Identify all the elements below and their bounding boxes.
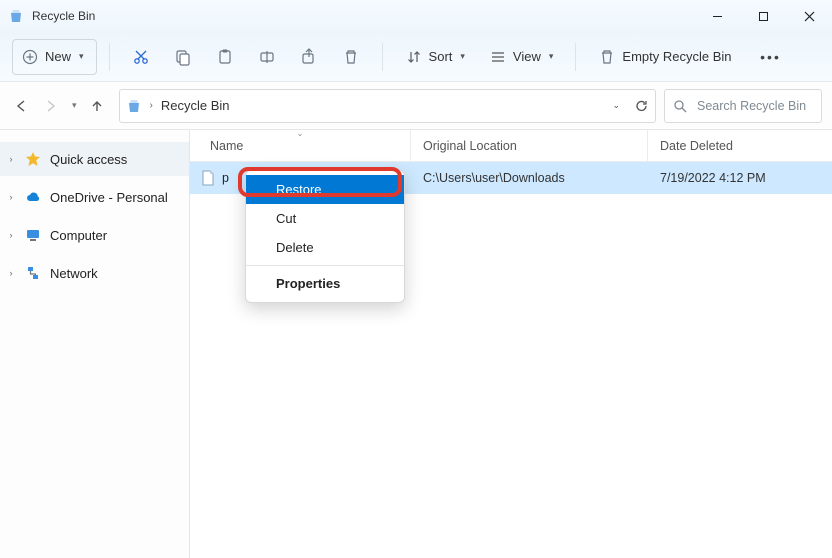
chevron-right-icon[interactable]: › [6, 230, 16, 240]
search-box[interactable] [664, 89, 822, 123]
scissors-icon [132, 48, 150, 66]
column-header-date-deleted[interactable]: Date Deleted [648, 130, 832, 161]
trash-icon [342, 48, 360, 66]
file-icon [200, 170, 216, 186]
address-dropdown-button[interactable]: ⌄ [612, 100, 620, 111]
chevron-down-icon: ▾ [549, 51, 554, 62]
maximize-button[interactable] [740, 0, 786, 32]
back-button[interactable] [14, 98, 30, 114]
separator [246, 265, 404, 266]
delete-button[interactable] [332, 39, 370, 75]
sidebar-item-label: OneDrive - Personal [50, 190, 168, 205]
view-icon [489, 48, 507, 66]
chevron-down-icon: ▾ [79, 51, 84, 62]
rename-icon [258, 48, 276, 66]
sidebar-item-label: Quick access [50, 152, 127, 167]
new-button[interactable]: New ▾ [12, 39, 97, 75]
sidebar-item-network[interactable]: › Network [0, 256, 189, 290]
empty-recycle-bin-label: Empty Recycle Bin [622, 49, 731, 64]
star-icon [24, 150, 42, 168]
title-bar: Recycle Bin [0, 0, 832, 32]
sidebar-item-label: Computer [50, 228, 107, 243]
more-button[interactable]: ••• [752, 39, 790, 75]
view-button[interactable]: View ▾ [479, 39, 563, 75]
monitor-icon [24, 226, 42, 244]
plus-circle-icon [21, 48, 39, 66]
chevron-right-icon[interactable]: › [6, 192, 16, 202]
file-date-deleted: 7/19/2022 4:12 PM [660, 171, 766, 185]
column-header-name[interactable]: ⌄ Name [190, 130, 411, 161]
trash-icon [598, 48, 616, 66]
column-headers: ⌄ Name Original Location Date Deleted [190, 130, 832, 162]
minimize-button[interactable] [694, 0, 740, 32]
refresh-button[interactable] [634, 98, 649, 113]
cloud-icon [24, 188, 42, 206]
context-menu: Restore Cut Delete Properties [245, 170, 405, 303]
recycle-bin-icon [126, 98, 142, 114]
sort-button-label: Sort [429, 49, 453, 64]
sidebar-item-computer[interactable]: › Computer [0, 218, 189, 252]
navigation-pane: › Quick access › OneDrive - Personal › C… [0, 130, 190, 558]
search-icon [673, 99, 687, 113]
address-bar[interactable]: › Recycle Bin ⌄ [119, 89, 656, 123]
sort-icon [405, 48, 423, 66]
address-row: ▾ › Recycle Bin ⌄ [0, 82, 832, 130]
share-icon [300, 48, 318, 66]
file-original-location: C:\Users\user\Downloads [423, 171, 565, 185]
chevron-right-icon[interactable]: › [6, 268, 16, 278]
clipboard-icon [216, 48, 234, 66]
context-menu-item-cut[interactable]: Cut [246, 204, 404, 233]
column-header-original-location[interactable]: Original Location [411, 130, 648, 161]
command-bar: New ▾ Sort ▾ [0, 32, 832, 82]
cut-button[interactable] [122, 39, 160, 75]
close-button[interactable] [786, 0, 832, 32]
chevron-down-icon: ⌄ [297, 129, 304, 138]
separator [575, 43, 576, 71]
share-button[interactable] [290, 39, 328, 75]
network-icon [24, 264, 42, 282]
forward-button[interactable] [42, 98, 58, 114]
view-button-label: View [513, 49, 541, 64]
recycle-bin-icon [8, 8, 24, 24]
sidebar-item-quick-access[interactable]: › Quick access [0, 142, 189, 176]
ellipsis-icon: ••• [762, 48, 780, 66]
search-input[interactable] [695, 98, 813, 114]
chevron-right-icon[interactable]: › [150, 100, 153, 111]
up-button[interactable] [89, 98, 105, 114]
context-menu-item-properties[interactable]: Properties [246, 269, 404, 298]
copy-button[interactable] [164, 39, 202, 75]
sort-button[interactable]: Sort ▾ [395, 39, 475, 75]
new-button-label: New [45, 49, 71, 64]
window-title: Recycle Bin [32, 9, 95, 23]
breadcrumb-item[interactable]: Recycle Bin [161, 98, 230, 113]
file-name: p [222, 171, 229, 185]
sidebar-item-onedrive[interactable]: › OneDrive - Personal [0, 180, 189, 214]
rename-button[interactable] [248, 39, 286, 75]
sidebar-item-label: Network [50, 266, 98, 281]
chevron-down-icon: ▾ [460, 51, 465, 62]
separator [382, 43, 383, 71]
context-menu-item-delete[interactable]: Delete [246, 233, 404, 262]
paste-button[interactable] [206, 39, 244, 75]
chevron-right-icon[interactable]: › [6, 154, 16, 164]
separator [109, 43, 110, 71]
empty-recycle-bin-button[interactable]: Empty Recycle Bin [588, 39, 741, 75]
copy-icon [174, 48, 192, 66]
context-menu-item-restore[interactable]: Restore [246, 175, 404, 204]
recent-locations-button[interactable]: ▾ [72, 100, 77, 111]
